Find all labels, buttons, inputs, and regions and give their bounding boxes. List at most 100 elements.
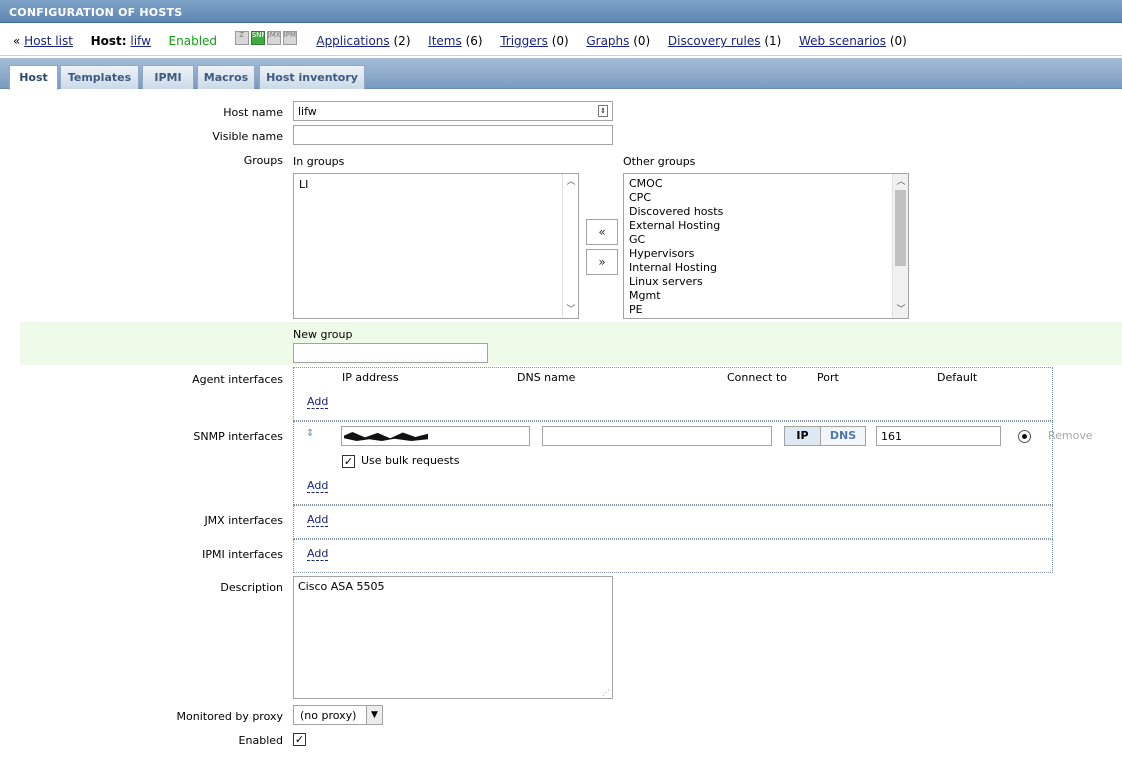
jmx-availability-icon: JMX	[266, 31, 281, 45]
default-header: Default	[937, 371, 978, 384]
list-item[interactable]: Linux servers	[624, 275, 908, 289]
redacted-ip-mark	[344, 432, 428, 441]
autofill-icon: ⇕	[598, 105, 608, 117]
connect-dns-button[interactable]: DNS	[820, 426, 866, 446]
new-group-input[interactable]	[293, 343, 488, 363]
other-groups-list[interactable]: CMOC CPC Discovered hosts External Hosti…	[623, 173, 909, 319]
visible-name-input[interactable]	[293, 125, 613, 145]
description-value: Cisco ASA 5505	[298, 580, 385, 593]
ip-address-header: IP address	[342, 371, 399, 384]
page-title: CONFIGURATION OF HOSTS	[9, 6, 183, 19]
groups-label: Groups	[243, 154, 283, 167]
jmx-interfaces-label: JMX interfaces	[204, 514, 283, 527]
host-name-link[interactable]: lifw	[130, 34, 151, 48]
tab-templates[interactable]: Templates	[60, 65, 139, 89]
ipmi-availability-icon: IPMI	[282, 31, 297, 45]
triggers-count: (0)	[551, 34, 569, 48]
connect-to-header: Connect to	[727, 371, 788, 384]
tab-host-inventory[interactable]: Host inventory	[259, 65, 365, 89]
description-label: Description	[220, 581, 283, 594]
ipmi-interfaces-label: IPMI interfaces	[202, 548, 283, 561]
bulk-requests-label: Use bulk requests	[361, 454, 460, 467]
other-groups-label: Other groups	[623, 155, 696, 168]
dns-name-header: DNS name	[517, 371, 576, 384]
default-interface-radio[interactable]	[1018, 430, 1031, 443]
snmp-interfaces-label: SNMP interfaces	[193, 430, 283, 443]
discovery-rules-link[interactable]: Discovery rules	[668, 34, 761, 48]
back-arrow-icon: «	[13, 34, 21, 48]
other-groups-scrollbar[interactable]: ︿ ﹀	[892, 174, 908, 318]
host-label: Host:	[90, 34, 127, 48]
visible-name-label: Visible name	[212, 130, 283, 143]
chevron-down-icon[interactable]: ﹀	[893, 303, 908, 317]
applications-count: (2)	[393, 34, 411, 48]
tab-ipmi[interactable]: IPMI	[142, 65, 194, 89]
page-title-bar: CONFIGURATION OF HOSTS	[0, 0, 1122, 23]
ipmi-interfaces-box	[293, 539, 1053, 573]
jmx-interfaces-box	[293, 505, 1053, 539]
host-name-label: Host name	[223, 106, 283, 119]
tab-host[interactable]: Host	[9, 65, 58, 90]
items-link[interactable]: Items	[428, 34, 462, 48]
tab-macros[interactable]: Macros	[197, 65, 255, 89]
chevron-up-icon[interactable]: ︿	[563, 175, 578, 189]
list-item[interactable]: Internal Hosting	[624, 261, 908, 275]
agent-interfaces-label: Agent interfaces	[192, 373, 283, 386]
drag-handle-icon[interactable]: ⇕	[306, 428, 314, 439]
new-group-row	[20, 322, 1122, 365]
remove-from-groups-button[interactable]: »	[586, 249, 618, 275]
form-tabs: Host Templates IPMI Macros Host inventor…	[0, 58, 1122, 90]
snmp-dns-input[interactable]	[542, 426, 772, 446]
port-header: Port	[817, 371, 839, 384]
zabbix-availability-icon: Z	[234, 31, 249, 45]
list-item[interactable]: CPC	[624, 191, 908, 205]
discovery-rules-count: (1)	[764, 34, 782, 48]
list-item[interactable]: Discovered hosts	[624, 205, 908, 219]
list-item[interactable]: GC	[624, 233, 908, 247]
graphs-link[interactable]: Graphs	[586, 34, 629, 48]
in-groups-scrollbar[interactable]: ︿ ﹀	[562, 174, 578, 318]
applications-link[interactable]: Applications	[316, 34, 389, 48]
list-item[interactable]: LI	[294, 178, 578, 192]
host-status[interactable]: Enabled	[169, 34, 218, 48]
chevron-down-icon[interactable]: ▼	[366, 706, 382, 724]
chevron-up-icon[interactable]: ︿	[893, 175, 908, 189]
resize-grip-icon[interactable]: ⋰	[602, 688, 610, 697]
items-count: (6)	[465, 34, 483, 48]
proxy-value: (no proxy)	[300, 709, 357, 722]
scroll-thumb[interactable]	[895, 190, 906, 266]
web-scenarios-link[interactable]: Web scenarios	[799, 34, 886, 48]
add-to-groups-button[interactable]: «	[586, 219, 618, 245]
list-item[interactable]: PE	[624, 303, 908, 317]
proxy-select[interactable]: (no proxy) ▼	[293, 705, 383, 725]
snmp-port-input[interactable]: 161	[876, 426, 1001, 446]
add-ipmi-interface-link[interactable]: Add	[307, 547, 329, 561]
enabled-checkbox[interactable]: ✓	[293, 733, 306, 746]
availability-indicators: ZSNMPJMXIPMI	[234, 31, 299, 48]
in-groups-list[interactable]: LI ︿ ﹀	[293, 173, 579, 319]
bulk-requests-checkbox[interactable]: ✓	[342, 455, 355, 468]
new-group-label: New group	[293, 328, 353, 341]
list-item[interactable]: Mgmt	[624, 289, 908, 303]
description-textarea[interactable]: Cisco ASA 5505 ⋰	[293, 576, 613, 699]
add-snmp-interface-link[interactable]: Add	[307, 479, 329, 493]
list-item[interactable]: External Hosting	[624, 219, 908, 233]
web-scenarios-count: (0)	[889, 34, 907, 48]
proxy-label: Monitored by proxy	[176, 710, 283, 723]
enabled-label: Enabled	[238, 734, 283, 747]
add-jmx-interface-link[interactable]: Add	[307, 513, 329, 527]
graphs-count: (0)	[633, 34, 651, 48]
in-groups-label: In groups	[293, 155, 345, 168]
remove-interface-link[interactable]: Remove	[1048, 429, 1093, 442]
chevron-down-icon[interactable]: ﹀	[563, 303, 578, 317]
host-name-input[interactable]: lifw ⇕	[293, 101, 613, 121]
triggers-link[interactable]: Triggers	[500, 34, 548, 48]
list-item[interactable]: Hypervisors	[624, 247, 908, 261]
list-item[interactable]: CMOC	[624, 177, 908, 191]
connect-ip-button[interactable]: IP	[784, 426, 821, 446]
snmp-ip-input[interactable]	[341, 426, 530, 446]
add-agent-interface-link[interactable]: Add	[307, 395, 329, 409]
host-name-value: lifw	[298, 105, 317, 118]
host-list-link[interactable]: Host list	[24, 34, 73, 48]
host-navigation-bar: « Host list Host: lifw Enabled ZSNMPJMXI…	[0, 24, 1122, 56]
